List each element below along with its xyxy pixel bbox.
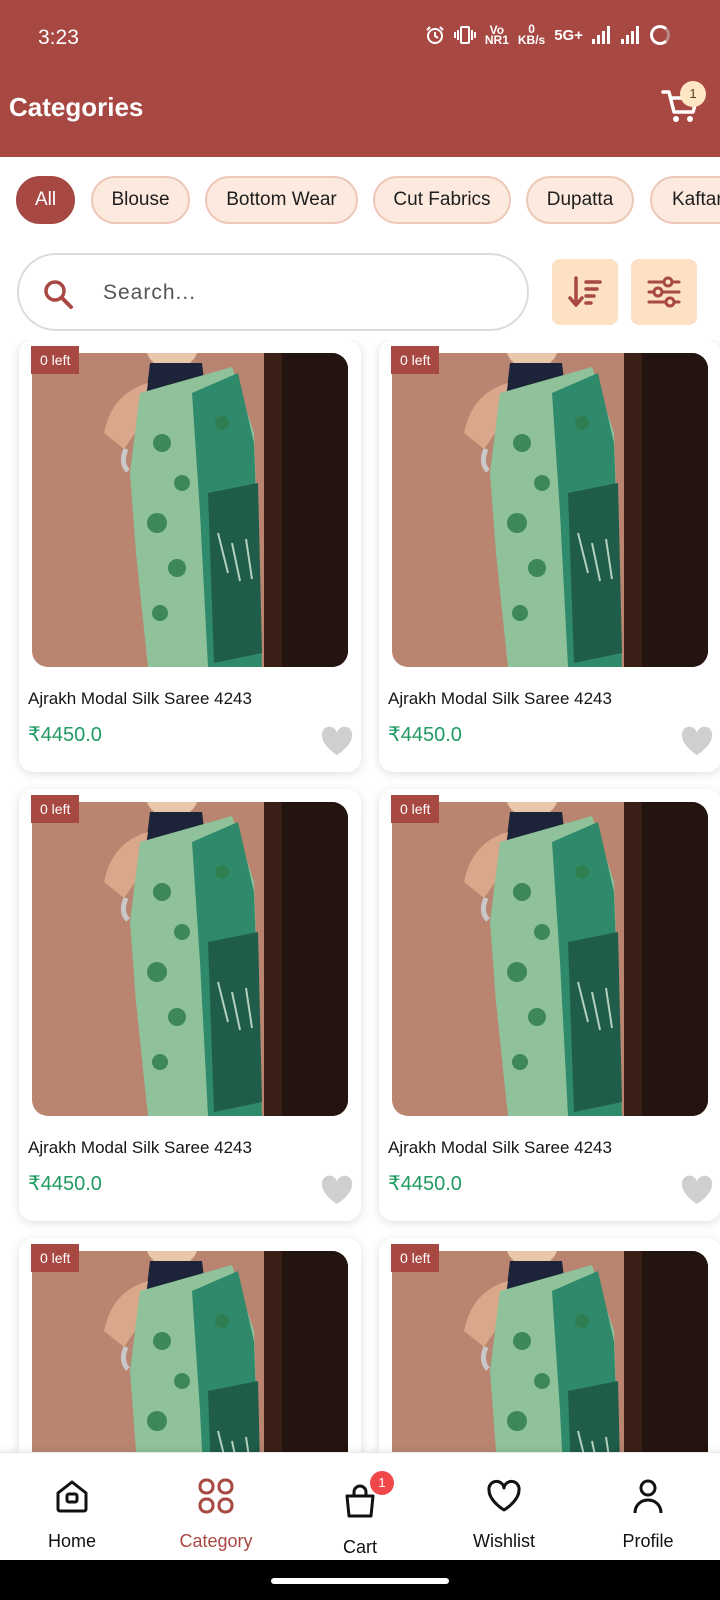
nav-wishlist-label: Wishlist bbox=[473, 1531, 535, 1551]
product-card[interactable]: 0 left Ajrakh Modal Silk Saree 4243 ₹445… bbox=[379, 340, 720, 772]
search-icon bbox=[44, 280, 73, 309]
stock-badge: 0 left bbox=[391, 1244, 440, 1272]
signal-icon-2 bbox=[621, 26, 641, 44]
product-card[interactable]: 0 left Ajrakh Modal Silk Saree 4243 ₹445… bbox=[19, 1238, 361, 1452]
stock-badge: 0 left bbox=[31, 1244, 80, 1272]
chip-dupatta[interactable]: Dupatta bbox=[526, 176, 634, 224]
favorite-heart-icon[interactable] bbox=[321, 726, 353, 756]
chip-bottom-wear[interactable]: Bottom Wear bbox=[205, 176, 358, 224]
saree-photo bbox=[392, 353, 708, 667]
nav-home-label: Home bbox=[47, 1531, 96, 1551]
product-card[interactable]: 0 left Ajrakh Modal Silk Saree 4243 ₹445… bbox=[19, 789, 361, 1221]
volte-bottom: NR1 bbox=[484, 33, 509, 47]
alarm-icon bbox=[426, 26, 444, 44]
nav-home[interactable]: Home bbox=[0, 1453, 144, 1561]
nav-profile-label: Profile bbox=[622, 1531, 674, 1551]
nav-cart-label: Cart bbox=[342, 1537, 377, 1557]
saree-photo bbox=[32, 802, 348, 1116]
stock-badge: 0 left bbox=[31, 795, 80, 823]
search-bar bbox=[17, 253, 529, 331]
favorite-heart-icon[interactable] bbox=[681, 1175, 713, 1205]
chip-cut-fabrics[interactable]: Cut Fabrics bbox=[373, 176, 511, 224]
app-bar: 3:23 Vo NR1 0 KB/s 5G+ Categories 1 bbox=[0, 0, 720, 157]
saree-photo bbox=[32, 1251, 348, 1452]
product-image[interactable] bbox=[392, 1251, 708, 1452]
home-icon bbox=[56, 1480, 88, 1513]
network-type: 5G+ bbox=[554, 26, 583, 44]
grid-icon bbox=[198, 1478, 234, 1514]
product-grid: 0 left Ajrakh Modal Silk Saree 4243 ₹445… bbox=[0, 340, 720, 1452]
nav-category-label: Category bbox=[179, 1531, 253, 1551]
filter-sliders-icon bbox=[647, 276, 681, 308]
stock-badge: 0 left bbox=[391, 795, 440, 823]
product-card[interactable]: 0 left Ajrakh Modal Silk Saree 4243 ₹445… bbox=[379, 789, 720, 1221]
vibrate-icon bbox=[453, 26, 476, 44]
product-image[interactable] bbox=[32, 1251, 348, 1452]
cart-nav-badge: 1 bbox=[370, 1471, 394, 1495]
product-image[interactable] bbox=[392, 802, 708, 1116]
product-name: Ajrakh Modal Silk Saree 4243 bbox=[28, 689, 252, 708]
chip-all[interactable]: All bbox=[16, 176, 75, 224]
product-image[interactable] bbox=[32, 802, 348, 1116]
saree-photo bbox=[392, 802, 708, 1116]
cart-count-badge: 1 bbox=[680, 81, 706, 107]
signal-icon bbox=[592, 26, 612, 44]
product-name: Ajrakh Modal Silk Saree 4243 bbox=[388, 1138, 612, 1157]
search-input[interactable] bbox=[103, 273, 503, 313]
page-title: Categories bbox=[9, 92, 144, 122]
product-name: Ajrakh Modal Silk Saree 4243 bbox=[388, 689, 612, 708]
volte-indicator: Vo NR1 bbox=[484, 24, 509, 47]
product-image[interactable] bbox=[392, 353, 708, 667]
sort-icon bbox=[568, 276, 602, 307]
system-navigation-bar bbox=[0, 1560, 720, 1600]
person-icon bbox=[633, 1479, 663, 1514]
chip-kaftan[interactable]: Kaftan bbox=[650, 176, 720, 224]
product-image[interactable] bbox=[32, 353, 348, 667]
saree-photo bbox=[392, 1251, 708, 1452]
sort-button[interactable] bbox=[552, 259, 618, 325]
nav-category[interactable]: Category bbox=[144, 1453, 288, 1561]
product-card[interactable]: 0 left Ajrakh Modal Silk Saree 4243 ₹445… bbox=[379, 1238, 720, 1452]
net-speed: 0 KB/s bbox=[517, 23, 546, 47]
product-price: ₹4450.0 bbox=[28, 1173, 102, 1195]
favorite-heart-icon[interactable] bbox=[681, 726, 713, 756]
battery-icon bbox=[650, 25, 670, 45]
favorite-heart-icon[interactable] bbox=[321, 1175, 353, 1205]
heart-icon bbox=[487, 1479, 521, 1512]
chip-blouse[interactable]: Blouse bbox=[91, 176, 190, 224]
net-speed-unit: KB/s bbox=[517, 33, 546, 47]
nav-profile[interactable]: Profile bbox=[576, 1453, 720, 1561]
nav-wishlist[interactable]: Wishlist bbox=[432, 1453, 576, 1561]
status-time: 3:23 bbox=[38, 26, 79, 49]
product-card[interactable]: 0 left Ajrakh Modal Silk Saree 4243 ₹445… bbox=[19, 340, 361, 772]
product-price: ₹4450.0 bbox=[28, 724, 102, 746]
filter-button[interactable] bbox=[631, 259, 697, 325]
status-icons: Vo NR1 0 KB/s 5G+ bbox=[425, 23, 670, 47]
stock-badge: 0 left bbox=[31, 346, 80, 374]
product-name: Ajrakh Modal Silk Saree 4243 bbox=[28, 1138, 252, 1157]
stock-badge: 0 left bbox=[391, 346, 440, 374]
product-price: ₹4450.0 bbox=[388, 724, 462, 746]
category-chips: All Blouse Bottom Wear Cut Fabrics Dupat… bbox=[16, 176, 720, 224]
nav-cart[interactable]: 1 Cart bbox=[288, 1453, 432, 1561]
bottom-navigation: Home Category 1 Cart Wishlist Profile bbox=[0, 1452, 720, 1560]
home-gesture-pill[interactable] bbox=[271, 1578, 449, 1584]
product-price: ₹4450.0 bbox=[388, 1173, 462, 1195]
saree-photo bbox=[32, 353, 348, 667]
